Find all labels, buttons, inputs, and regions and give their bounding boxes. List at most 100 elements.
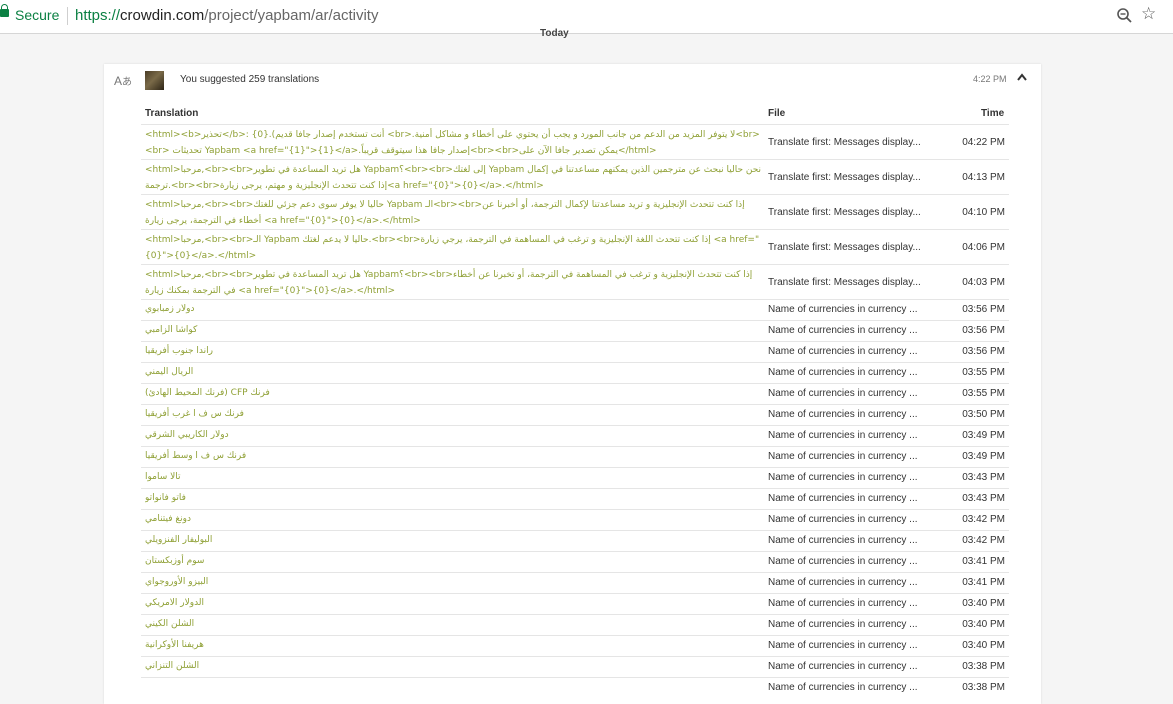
row-time: 03:41 PM xyxy=(962,577,1005,588)
file-name[interactable]: Name of currencies in currency ... xyxy=(768,430,938,441)
translation-text[interactable] xyxy=(145,680,763,696)
file-name[interactable]: Translate first: Messages display... xyxy=(768,277,938,288)
translation-text[interactable]: فرنك س ف ا وسط أفريقيا xyxy=(145,449,763,465)
zoom-icon[interactable] xyxy=(1116,7,1133,24)
url-protocol: https:// xyxy=(75,7,121,24)
file-name[interactable]: Name of currencies in currency ... xyxy=(768,640,938,651)
translation-text[interactable]: تالا ساموا xyxy=(145,470,763,486)
table-row[interactable]: سوم أوزبكستان Name of currencies in curre… xyxy=(141,551,1009,572)
table-row[interactable]: <html>مرحبا,<br><br>هل تريد المساعدة في … xyxy=(141,264,1009,299)
activity-time: 4:22 PM xyxy=(973,74,1007,84)
table-row[interactable]: فرنك س ف ا وسط أفريقيا Name of currencies… xyxy=(141,446,1009,467)
table-row[interactable]: <html>مرحبا,<br><br>حاليا لا يوفر سوى دع… xyxy=(141,194,1009,229)
secure-label: Secure xyxy=(15,7,60,23)
translations-table: <html><b>تحذير</b>: {0}.(أنت تستخدم إصدا… xyxy=(141,124,1009,698)
table-row[interactable]: <html>مرحبا,<br><br>الـ Yapbam حاليا لا … xyxy=(141,229,1009,264)
translation-text[interactable]: الشلن التنزاني xyxy=(145,659,763,675)
row-time: 03:43 PM xyxy=(962,472,1005,483)
translation-text[interactable]: كواشا الزامبي xyxy=(145,323,763,339)
table-row[interactable]: الدولار الامريكي Name of currencies in cu… xyxy=(141,593,1009,614)
file-name[interactable]: Translate first: Messages display... xyxy=(768,137,938,148)
table-row[interactable]: Name of currencies in currency ... 03:38 … xyxy=(141,677,1009,698)
table-row[interactable]: دولار الكاريبي الشرقي Name of currencies … xyxy=(141,425,1009,446)
table-row[interactable]: تالا ساموا Name of currencies in currency… xyxy=(141,467,1009,488)
translation-text[interactable]: البوليفار الفنزويلي xyxy=(145,533,763,549)
row-time: 03:43 PM xyxy=(962,493,1005,504)
translation-text[interactable]: <html>مرحبا,<br><br>هل تريد المساعدة في … xyxy=(145,162,763,194)
translation-text[interactable]: <html>مرحبا,<br><br>حاليا لا يوفر سوى دع… xyxy=(145,197,763,229)
file-name[interactable]: Name of currencies in currency ... xyxy=(768,514,938,525)
column-header-file: File xyxy=(768,108,786,119)
translation-text[interactable]: سوم أوزبكستان xyxy=(145,554,763,570)
chevron-up-icon[interactable] xyxy=(1016,72,1028,82)
table-row[interactable]: راندا جنوب أفريقيا Name of currencies in … xyxy=(141,341,1009,362)
translate-icon: Aあ xyxy=(114,74,133,88)
translation-text[interactable]: الريال اليمني xyxy=(145,365,763,381)
file-name[interactable]: Name of currencies in currency ... xyxy=(768,346,938,357)
row-time: 04:03 PM xyxy=(962,277,1005,288)
translation-text[interactable]: الشلن الكيني xyxy=(145,617,763,633)
row-time: 03:56 PM xyxy=(962,325,1005,336)
table-row[interactable]: فاتو فانواتو Name of currencies in curren… xyxy=(141,488,1009,509)
translation-text[interactable]: فرنك CFP (فرنك المحيط الهادئ) xyxy=(145,386,763,402)
row-time: 03:40 PM xyxy=(962,640,1005,651)
table-row[interactable]: <html><b>تحذير</b>: {0}.(أنت تستخدم إصدا… xyxy=(141,124,1009,159)
table-row[interactable]: فرنك س ف ا غرب أفريقيا Name of currencies… xyxy=(141,404,1009,425)
file-name[interactable]: Name of currencies in currency ... xyxy=(768,661,938,672)
file-name[interactable]: Translate first: Messages display... xyxy=(768,172,938,183)
translation-text[interactable]: دونغ فيتنامي xyxy=(145,512,763,528)
table-row[interactable]: البيزو الأوروجواي Name of currencies in c… xyxy=(141,572,1009,593)
row-time: 03:41 PM xyxy=(962,556,1005,567)
file-name[interactable]: Name of currencies in currency ... xyxy=(768,451,938,462)
table-row[interactable]: كواشا الزامبي Name of currencies in curre… xyxy=(141,320,1009,341)
table-row[interactable]: دونغ فيتنامي Name of currencies in curren… xyxy=(141,509,1009,530)
bookmark-star-icon[interactable]: ☆ xyxy=(1141,5,1159,23)
file-name[interactable]: Name of currencies in currency ... xyxy=(768,472,938,483)
row-time: 03:40 PM xyxy=(962,619,1005,630)
row-time: 04:10 PM xyxy=(962,207,1005,218)
table-row[interactable]: دولار زمبابوي Name of currencies in curre… xyxy=(141,299,1009,320)
row-time: 03:38 PM xyxy=(962,661,1005,672)
file-name[interactable]: Name of currencies in currency ... xyxy=(768,304,938,315)
translation-text[interactable]: فرنك س ف ا غرب أفريقيا xyxy=(145,407,763,423)
row-time: 03:49 PM xyxy=(962,451,1005,462)
file-name[interactable]: Name of currencies in currency ... xyxy=(768,388,938,399)
file-name[interactable]: Name of currencies in currency ... xyxy=(768,325,938,336)
file-name[interactable]: Name of currencies in currency ... xyxy=(768,535,938,546)
translation-text[interactable]: دولار الكاريبي الشرقي xyxy=(145,428,763,444)
file-name[interactable]: Name of currencies in currency ... xyxy=(768,367,938,378)
table-row[interactable]: الشلن الكيني Name of currencies in curren… xyxy=(141,614,1009,635)
translation-text[interactable]: راندا جنوب أفريقيا xyxy=(145,344,763,360)
row-time: 03:42 PM xyxy=(962,535,1005,546)
browser-address-bar[interactable]: Secure https://crowdin.com/project/yapba… xyxy=(0,0,1173,34)
file-name[interactable]: Name of currencies in currency ... xyxy=(768,682,938,693)
file-name[interactable]: Translate first: Messages display... xyxy=(768,242,938,253)
translation-text[interactable]: <html>مرحبا,<br><br>هل تريد المساعدة في … xyxy=(145,267,763,299)
table-row[interactable]: هريفنا الأوكرانية Name of currencies in c… xyxy=(141,635,1009,656)
translation-text[interactable]: <html><b>تحذير</b>: {0}.(أنت تستخدم إصدا… xyxy=(145,127,763,159)
row-time: 03:55 PM xyxy=(962,388,1005,399)
file-name[interactable]: Name of currencies in currency ... xyxy=(768,493,938,504)
row-time: 04:13 PM xyxy=(962,172,1005,183)
file-name[interactable]: Name of currencies in currency ... xyxy=(768,619,938,630)
url-field[interactable]: https://crowdin.com/project/yapbam/ar/ac… xyxy=(75,7,378,24)
file-name[interactable]: Name of currencies in currency ... xyxy=(768,409,938,420)
table-row[interactable]: الريال اليمني Name of currencies in curre… xyxy=(141,362,1009,383)
file-name[interactable]: Name of currencies in currency ... xyxy=(768,556,938,567)
translation-text[interactable]: فاتو فانواتو xyxy=(145,491,763,507)
translation-text[interactable]: <html>مرحبا,<br><br>الـ Yapbam حاليا لا … xyxy=(145,232,763,264)
translation-text[interactable]: الدولار الامريكي xyxy=(145,596,763,612)
table-row[interactable]: البوليفار الفنزويلي Name of currencies in… xyxy=(141,530,1009,551)
table-row[interactable]: فرنك CFP (فرنك المحيط الهادئ) Name of cur… xyxy=(141,383,1009,404)
translation-text[interactable]: هريفنا الأوكرانية xyxy=(145,638,763,654)
file-name[interactable]: Translate first: Messages display... xyxy=(768,207,938,218)
row-time: 03:49 PM xyxy=(962,430,1005,441)
avatar[interactable] xyxy=(145,71,164,90)
translation-text[interactable]: دولار زمبابوي xyxy=(145,302,763,318)
activity-summary: You suggested 259 translations xyxy=(180,74,320,85)
translation-text[interactable]: البيزو الأوروجواي xyxy=(145,575,763,591)
file-name[interactable]: Name of currencies in currency ... xyxy=(768,577,938,588)
table-row[interactable]: الشلن التنزاني Name of currencies in curr… xyxy=(141,656,1009,677)
file-name[interactable]: Name of currencies in currency ... xyxy=(768,598,938,609)
table-row[interactable]: <html>مرحبا,<br><br>هل تريد المساعدة في … xyxy=(141,159,1009,194)
